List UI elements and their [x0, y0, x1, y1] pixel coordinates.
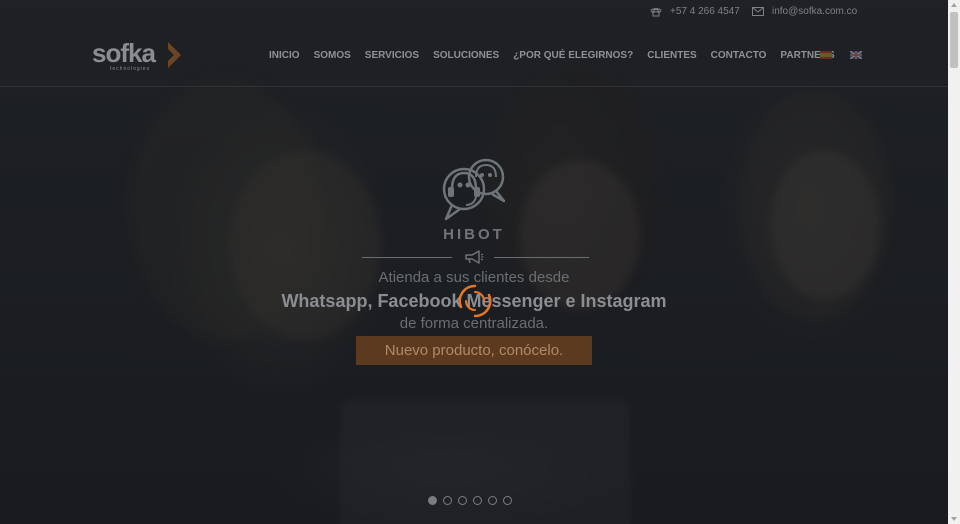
- slider-dot[interactable]: [503, 496, 512, 505]
- new-product-button[interactable]: Nuevo producto, conócelo.: [356, 336, 592, 365]
- nav-item-soluciones[interactable]: SOLUCIONES: [433, 50, 499, 61]
- page-scrollbar[interactable]: [948, 0, 960, 524]
- main-nav: INICIO SOMOS SERVICIOS SOLUCIONES ¿POR Q…: [269, 50, 849, 61]
- chat-bot-icon: [442, 158, 506, 221]
- site-header: sofka technologies INICIO SOMOS SERVICIO…: [0, 26, 948, 87]
- nav-item-servicios[interactable]: SERVICIOS: [365, 50, 419, 61]
- email-contact[interactable]: info@sofka.com.co: [752, 6, 857, 17]
- hero-banner: +57 4 266 4547 info@sofka.com.co sofka t…: [0, 0, 948, 524]
- phone-icon: [650, 7, 662, 16]
- slider-dot[interactable]: [428, 496, 437, 505]
- nav-item-clientes[interactable]: CLIENTES: [647, 50, 696, 61]
- slider-dot[interactable]: [488, 496, 497, 505]
- nav-item-somos[interactable]: SOMOS: [314, 50, 351, 61]
- logo-wordmark: sofka: [92, 38, 156, 68]
- slider-dot[interactable]: [473, 496, 482, 505]
- divider-left: [362, 257, 452, 258]
- nav-item-contacto[interactable]: CONTACTO: [711, 50, 767, 61]
- nav-item-por-que-elegirnos[interactable]: ¿POR QUÉ ELEGIRNOS?: [513, 50, 633, 61]
- logo-tagline: technologies: [110, 66, 151, 72]
- loading-spinner-icon: [458, 284, 492, 318]
- mail-icon: [752, 7, 764, 16]
- product-name: HIBOT: [443, 226, 505, 243]
- logo-chevron-icon: [168, 42, 181, 68]
- slider-dot[interactable]: [443, 496, 452, 505]
- divider-right: [494, 257, 589, 258]
- scroll-down-arrow-icon[interactable]: [951, 517, 957, 521]
- megaphone-icon: [465, 250, 484, 264]
- phone-contact[interactable]: +57 4 266 4547: [650, 6, 740, 17]
- phone-number: +57 4 266 4547: [670, 6, 740, 17]
- scroll-up-arrow-icon[interactable]: [951, 3, 957, 7]
- sofka-logo[interactable]: sofka technologies: [92, 38, 192, 74]
- top-contact-bar: +57 4 266 4547 info@sofka.com.co: [0, 0, 948, 26]
- language-switcher: [820, 51, 862, 59]
- spain-flag-icon[interactable]: [820, 51, 832, 59]
- uk-flag-icon[interactable]: [850, 51, 862, 59]
- nav-item-inicio[interactable]: INICIO: [269, 50, 300, 61]
- email-address: info@sofka.com.co: [772, 6, 858, 17]
- slider-pagination: [428, 496, 512, 505]
- scroll-thumb[interactable]: [950, 12, 958, 68]
- slider-dot[interactable]: [458, 496, 467, 505]
